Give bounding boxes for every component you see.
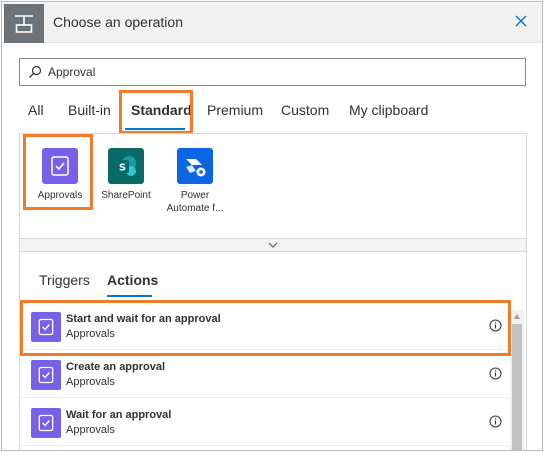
tab-actions[interactable]: Actions <box>107 272 158 288</box>
action-title: Wait for an approval <box>66 409 172 421</box>
action-start-and-wait-for-approval[interactable]: Start and wait for an approval Approvals <box>20 302 510 350</box>
action-connector: Approvals <box>66 376 115 388</box>
search-box[interactable] <box>19 58 526 86</box>
connector-label: SharePoint <box>101 190 151 201</box>
approvals-icon <box>31 312 61 342</box>
action-wait-for-an-approval[interactable]: Wait for an approval Approvals <box>20 398 510 446</box>
action-list: Start and wait for an approval Approvals… <box>20 302 510 450</box>
approvals-icon <box>31 408 61 438</box>
tab-built-in[interactable]: Built-in <box>68 98 111 126</box>
search-input[interactable] <box>48 62 508 82</box>
search-icon <box>29 65 42 78</box>
insert-step-icon <box>4 4 44 43</box>
action-title: Create an approval <box>66 361 166 373</box>
sharepoint-icon: S <box>108 148 144 184</box>
tab-custom[interactable]: Custom <box>281 98 329 126</box>
connector-label: Power Automate f... <box>166 190 224 214</box>
action-list-scrollbar[interactable] <box>510 310 524 450</box>
tab-active-indicator <box>125 128 185 130</box>
tab-all[interactable]: All <box>28 98 44 126</box>
action-connector: Approvals <box>66 328 115 340</box>
chevron-down-icon <box>268 242 278 248</box>
power-automate-icon <box>177 148 213 184</box>
action-title: Start and wait for an approval <box>66 313 221 325</box>
approvals-icon <box>42 148 78 184</box>
panel-title: Choose an operation <box>53 14 183 30</box>
info-icon[interactable] <box>489 319 502 332</box>
info-icon[interactable] <box>489 367 502 380</box>
panel-header: Choose an operation <box>3 3 542 43</box>
connector-sharepoint[interactable]: S SharePoint <box>90 144 162 202</box>
expand-connectors[interactable] <box>19 238 527 252</box>
action-connector: Approvals <box>66 424 115 436</box>
tab-my-clipboard[interactable]: My clipboard <box>349 98 428 126</box>
connector-approvals[interactable]: Approvals <box>24 144 96 202</box>
tab-standard[interactable]: Standard <box>131 98 192 126</box>
scroll-up-icon[interactable] <box>513 313 521 321</box>
svg-text:S: S <box>119 163 126 174</box>
connector-label: Approvals <box>37 190 83 201</box>
tab-triggers[interactable]: Triggers <box>39 272 90 288</box>
connector-power-automate[interactable]: Power Automate f... <box>159 144 231 215</box>
info-icon[interactable] <box>489 415 502 428</box>
close-icon[interactable] <box>512 12 530 30</box>
category-tabs: All Built-in Standard Premium Custom My … <box>0 98 546 130</box>
subtab-active-indicator <box>107 295 152 297</box>
approvals-icon <box>31 360 61 390</box>
action-create-an-approval[interactable]: Create an approval Approvals <box>20 350 510 398</box>
connector-list: Approvals S SharePoint Power Automate f.… <box>19 133 527 239</box>
scroll-thumb[interactable] <box>512 324 522 450</box>
operations-section: Triggers Actions Start and wait for an a… <box>19 252 527 450</box>
tab-premium[interactable]: Premium <box>207 98 263 126</box>
